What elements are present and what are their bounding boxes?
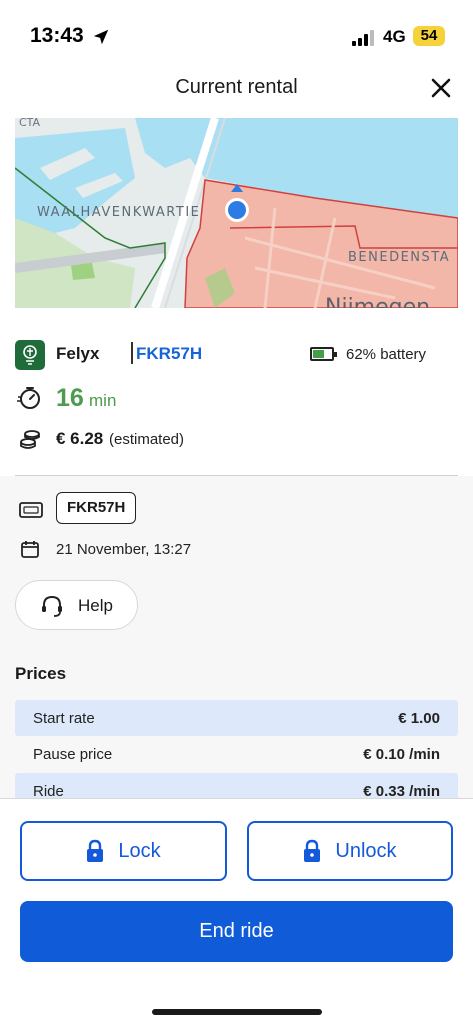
- location-arrow-icon: [93, 29, 109, 45]
- prices-heading: Prices: [15, 664, 67, 683]
- price-value: € 1.00: [398, 710, 440, 727]
- map-canvas: CTA WAALHAVENKWARTIE BENEDENSTA Nijmegen: [15, 118, 458, 308]
- end-ride-label: End ride: [199, 920, 274, 942]
- felyx-logo: [15, 340, 45, 370]
- cost-row: € 6.28 (estimated): [15, 425, 458, 453]
- map-view[interactable]: CTA WAALHAVENKWARTIE BENEDENSTA Nijmegen: [15, 118, 458, 308]
- timer-row: 16 min: [15, 382, 458, 414]
- license-plate-icon: [19, 502, 43, 518]
- stopwatch-icon: [17, 387, 40, 409]
- timer-unit: min: [89, 391, 117, 410]
- price-label: Start rate: [33, 710, 95, 727]
- cost-value: € 6.28: [56, 429, 104, 448]
- battery-icon: [310, 347, 337, 361]
- unlock-icon: [304, 839, 321, 862]
- lock-label: Lock: [118, 839, 161, 862]
- help-button[interactable]: Help: [15, 580, 138, 630]
- rental-details[interactable]: FKR57H 21 November, 13:27 Help Prices St…: [0, 476, 473, 798]
- map-label: BENEDENSTA: [348, 250, 450, 265]
- network-type: 4G: [383, 27, 406, 46]
- header: Current rental: [0, 70, 473, 110]
- price-row: Ride € 0.33 /min: [15, 773, 458, 798]
- rental-start-date: 21 November, 13:27: [56, 541, 192, 558]
- action-panel: Lock Unlock End ride: [0, 798, 473, 1024]
- map-label: WAALHAVENKWARTIE: [37, 205, 200, 220]
- headset-icon: [42, 595, 62, 617]
- divider: [131, 342, 133, 364]
- price-value: € 0.33 /min: [363, 783, 440, 798]
- map-label: Nijmegen: [325, 295, 430, 308]
- cost-note: (estimated): [109, 431, 185, 448]
- lock-icon: [87, 839, 104, 862]
- coins-icon: [20, 430, 40, 449]
- calendar-icon: [21, 541, 39, 558]
- status-bar: 13:43 4G 54: [0, 0, 473, 70]
- home-indicator[interactable]: [152, 1009, 322, 1015]
- battery-indicator: 54: [413, 26, 445, 46]
- timer-value: 16: [56, 384, 84, 412]
- map-label: CTA: [19, 118, 41, 129]
- unlock-label: Unlock: [335, 839, 397, 862]
- page-title: Current rental: [175, 76, 298, 98]
- signal-icon: [352, 30, 374, 46]
- battery-text: 62% battery: [346, 346, 427, 363]
- price-label: Ride: [33, 783, 64, 798]
- end-ride-button[interactable]: End ride: [20, 901, 453, 962]
- unlock-button[interactable]: Unlock: [247, 821, 453, 881]
- brand-name: Felyx: [56, 344, 100, 363]
- help-label: Help: [78, 596, 113, 615]
- status-time: 13:43: [30, 24, 84, 47]
- plate-link[interactable]: FKR57H: [136, 344, 202, 364]
- price-row: Pause price € 0.10 /min: [15, 736, 458, 772]
- plate-badge: FKR57H: [56, 492, 137, 524]
- close-icon[interactable]: [429, 76, 453, 100]
- price-row: Start rate € 1.00: [15, 700, 458, 736]
- price-value: € 0.10 /min: [363, 746, 440, 763]
- price-label: Pause price: [33, 746, 113, 763]
- lock-button[interactable]: Lock: [20, 821, 227, 881]
